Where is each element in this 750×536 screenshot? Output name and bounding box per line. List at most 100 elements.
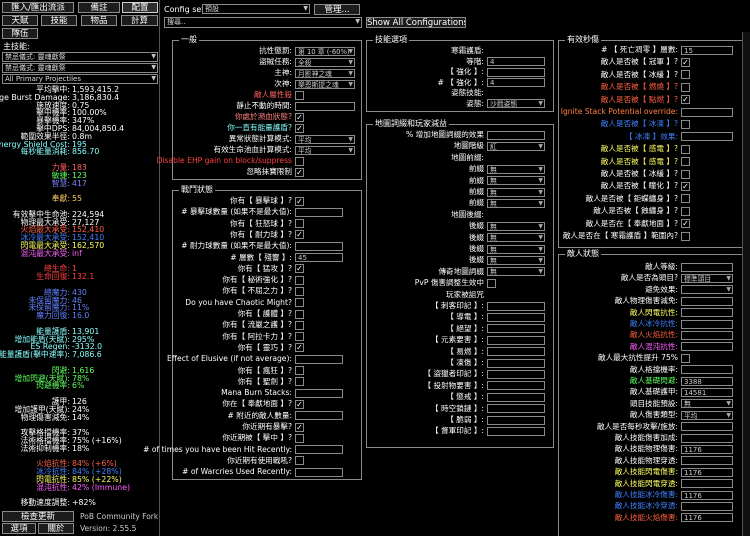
effdps-checkbox[interactable]: [681, 157, 690, 167]
combat-checkbox[interactable]: [295, 275, 304, 285]
section-skill-options-title: 技能選項: [373, 35, 409, 44]
effdps-checkbox[interactable]: ✓: [681, 57, 690, 67]
enemy-number-input[interactable]: [681, 308, 733, 318]
about-button[interactable]: 關於: [38, 523, 74, 534]
combat-label: 你有【 秘術強化 】?: [222, 275, 292, 285]
combat-checkbox[interactable]: [295, 332, 304, 342]
combat-checkbox[interactable]: [295, 433, 304, 443]
combat-checkbox[interactable]: ✓: [295, 343, 304, 353]
combat-number-input[interactable]: [295, 411, 343, 421]
enemy-number-input[interactable]: [681, 365, 733, 375]
combat-number-input[interactable]: [295, 388, 343, 398]
stat-value: +82%: [72, 498, 96, 508]
combat-number-input[interactable]: [295, 445, 343, 455]
tab-party[interactable]: 隊伍: [2, 28, 38, 39]
manage-button[interactable]: 管理...: [314, 4, 360, 15]
combat-number-input[interactable]: 45: [295, 253, 343, 262]
combat-checkbox[interactable]: ✓: [295, 264, 304, 274]
combat-number-input[interactable]: [295, 207, 343, 217]
general-checkbox[interactable]: ✓: [295, 112, 304, 122]
enemy-number-input[interactable]: [681, 319, 733, 329]
options-button[interactable]: 選項: [2, 523, 36, 534]
general-label: 異常狀態計算模式:: [228, 134, 292, 143]
enemy-checkbox[interactable]: [681, 353, 690, 363]
notes-button[interactable]: 備註: [78, 2, 120, 13]
enemy-number-input[interactable]: 1176: [681, 467, 733, 477]
enemy-number-input[interactable]: 1176: [681, 490, 733, 500]
enemy-number-input[interactable]: 1176: [681, 513, 733, 523]
config-set-select[interactable]: 預設: [202, 4, 310, 14]
check-update-button[interactable]: 檢查更新: [2, 511, 74, 522]
effdps-checkbox[interactable]: [681, 119, 690, 129]
effdps-number-input[interactable]: [681, 107, 733, 117]
show-all-configs-button[interactable]: Show All Configurations: [366, 17, 466, 28]
enemy-number-input[interactable]: 14581: [681, 387, 733, 397]
tab-skills[interactable]: 技能: [41, 15, 77, 26]
effdps-checkbox[interactable]: [681, 82, 690, 92]
effdps-checkbox[interactable]: [681, 231, 690, 241]
version-label: Version: 2.55.5: [80, 524, 137, 533]
search-input[interactable]: 搜尋..: [164, 17, 362, 28]
map-dropdown[interactable]: 無: [487, 244, 545, 254]
effdps-checkbox[interactable]: [681, 70, 690, 80]
combat-number-input[interactable]: [295, 241, 343, 251]
enemy-number-input[interactable]: [681, 342, 733, 352]
config-button[interactable]: 配置: [122, 2, 158, 13]
enemy-dropdown[interactable]: [681, 285, 733, 295]
tab-calcs[interactable]: 計算: [121, 15, 158, 26]
enemy-number-input[interactable]: [681, 330, 733, 340]
combat-checkbox[interactable]: [295, 456, 304, 466]
combat-checkbox[interactable]: [295, 366, 304, 375]
combat-checkbox[interactable]: ✓: [295, 422, 304, 432]
enemy-number-input[interactable]: [681, 501, 733, 511]
enemy-number-input[interactable]: [681, 433, 733, 443]
enemy-row: 敵人混沌抗性:: [478, 342, 678, 352]
general-row: 異常狀態計算模式:: [92, 134, 292, 144]
enemy-number-input[interactable]: [681, 262, 733, 272]
combat-checkbox[interactable]: [295, 309, 304, 319]
vertical-scrollbar[interactable]: [742, 32, 750, 536]
skill-row: 【 強化 】:: [284, 67, 484, 77]
enemy-row: 敵人閃電抗性:: [478, 308, 678, 318]
effdps-row: # 【 死亡凋零 】層數:: [478, 45, 678, 55]
enemy-number-input[interactable]: [681, 296, 733, 306]
effdps-checkbox[interactable]: [681, 144, 690, 154]
enemy-dropdown[interactable]: 無: [681, 399, 733, 409]
effdps-checkbox[interactable]: [681, 169, 690, 179]
import-export-button[interactable]: 匯入/匯出流派: [2, 2, 74, 13]
config-set-label: Config set:: [164, 5, 208, 14]
enemy-number-input[interactable]: [681, 422, 733, 432]
enemy-number-input[interactable]: 1176: [681, 444, 733, 454]
combat-checkbox[interactable]: ✓: [295, 196, 304, 206]
combat-number-input[interactable]: [295, 354, 343, 364]
effdps-label: 敵人是否被【 冠軍 】?: [600, 57, 678, 67]
combat-checkbox[interactable]: ✓: [295, 399, 304, 409]
enemy-number-input[interactable]: [681, 479, 733, 489]
effdps-checkbox[interactable]: ✓: [681, 95, 690, 105]
combat-row: 你有【 暴擊球 】?: [92, 196, 292, 206]
enemy-number-input[interactable]: 3388: [681, 376, 733, 386]
combat-checkbox[interactable]: [295, 320, 304, 330]
combat-checkbox[interactable]: ✓: [295, 230, 304, 240]
effdps-number-input[interactable]: 15: [681, 45, 733, 55]
combat-row: 你近期有暴擊?: [92, 422, 292, 432]
enemy-dropdown[interactable]: 平均: [681, 410, 733, 420]
effdps-checkbox[interactable]: ✓: [681, 181, 690, 191]
effdps-checkbox[interactable]: [681, 206, 690, 216]
enemy-number-input[interactable]: [681, 456, 733, 466]
combat-label: 你近期有暴擊?: [242, 422, 292, 431]
tab-tree[interactable]: 天賦: [2, 15, 38, 26]
effdps-checkbox[interactable]: [681, 194, 690, 204]
combat-checkbox[interactable]: [295, 219, 304, 229]
effdps-checkbox[interactable]: ✓: [681, 219, 690, 229]
general-row: 有效生命池血計算模式:: [92, 145, 293, 155]
combat-checkbox[interactable]: [295, 286, 304, 296]
effdps-number-input[interactable]: [681, 132, 733, 142]
effdps-label: # 【 死亡凋零 】層數:: [601, 45, 678, 54]
combat-checkbox[interactable]: [295, 377, 304, 387]
enemy-dropdown[interactable]: 標準頭目: [681, 273, 733, 283]
map-row: 【 元素要害 】:: [284, 335, 484, 345]
combat-checkbox[interactable]: [295, 298, 304, 308]
combat-number-input[interactable]: [295, 467, 343, 477]
tab-items[interactable]: 物品: [81, 15, 117, 26]
